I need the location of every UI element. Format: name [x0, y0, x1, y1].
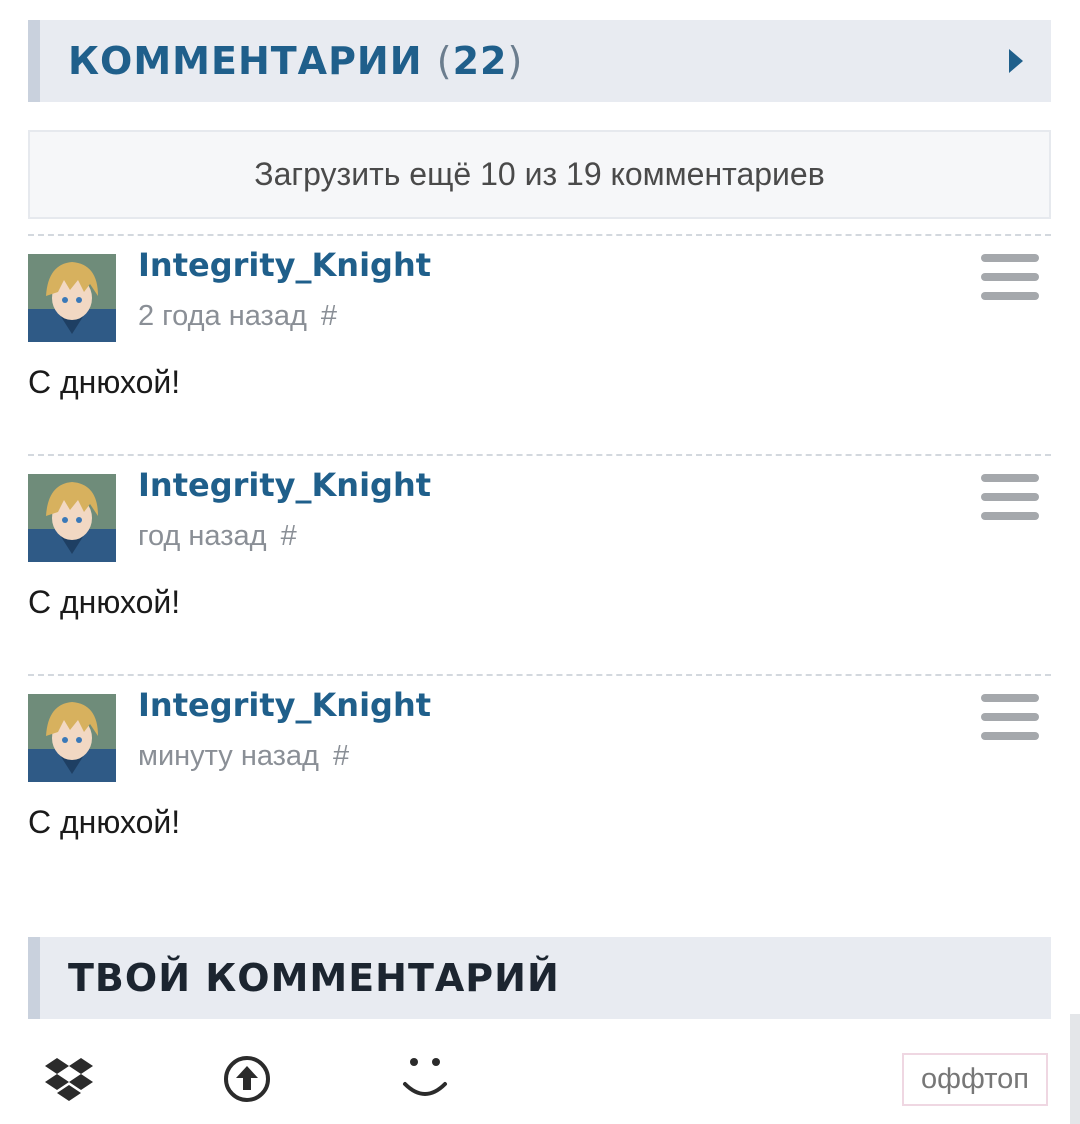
comment-text: С днюхой! — [28, 364, 181, 400]
comment-author-link[interactable]: Integrity_Knight — [138, 686, 431, 724]
avatar-image — [28, 474, 116, 562]
smiley-icon[interactable] — [400, 1054, 450, 1104]
avatar[interactable] — [28, 474, 116, 562]
comments-count-paren-close: ) — [507, 39, 524, 83]
comment-anchor-link[interactable]: # — [281, 520, 297, 552]
comments-count-paren-open: ( — [436, 39, 453, 83]
avatar[interactable] — [28, 694, 116, 782]
comment-menu-icon[interactable] — [981, 474, 1039, 520]
comments-section-header[interactable]: КОММЕНТАРИИ (22) — [28, 20, 1051, 102]
comment-item: Integrity_Knight 2 года назад # С днюхой! — [28, 234, 1051, 434]
comment-text: С днюхой! — [28, 804, 181, 840]
comments-title-text: КОММЕНТАРИИ — [68, 39, 423, 83]
comment-meta: год назад # — [138, 520, 297, 553]
comment-time: год назад — [138, 520, 267, 552]
load-more-button[interactable]: Загрузить ещё 10 из 19 комментариев — [28, 130, 1051, 219]
comment-anchor-link[interactable]: # — [333, 740, 349, 772]
offtop-label: оффтоп — [921, 1063, 1029, 1095]
comment-time: 2 года назад — [138, 300, 307, 332]
comment-time: минуту назад — [138, 740, 319, 772]
avatar-image — [28, 254, 116, 342]
comments-count: 22 — [452, 39, 508, 83]
comments-count-wrap: (22) — [437, 39, 524, 83]
comment-anchor-link[interactable]: # — [321, 300, 337, 332]
comment-author-link[interactable]: Integrity_Knight — [138, 246, 431, 284]
comment-menu-icon[interactable] — [981, 694, 1039, 740]
comment-meta: минуту назад # — [138, 740, 349, 773]
comment-menu-icon[interactable] — [981, 254, 1039, 300]
avatar-image — [28, 694, 116, 782]
avatar[interactable] — [28, 254, 116, 342]
comment-item: Integrity_Knight год назад # С днюхой! — [28, 454, 1051, 654]
offtop-toggle[interactable]: оффтоп — [902, 1053, 1048, 1106]
comment-author-link[interactable]: Integrity_Knight — [138, 466, 431, 504]
load-more-label: Загрузить ещё 10 из 19 комментариев — [254, 156, 825, 192]
comment-item: Integrity_Knight минуту назад # С днюхой! — [28, 674, 1051, 874]
your-comment-header: ТВОЙ КОММЕНТАРИЙ — [28, 937, 1051, 1019]
upload-icon[interactable] — [222, 1054, 272, 1104]
comment-meta: 2 года назад # — [138, 300, 337, 333]
dropbox-icon[interactable] — [44, 1054, 94, 1104]
expand-arrow-icon[interactable] — [1009, 49, 1023, 73]
your-comment-title: ТВОЙ КОММЕНТАРИЙ — [68, 956, 560, 1000]
comments-title: КОММЕНТАРИИ (22) — [68, 39, 523, 83]
comment-text: С днюхой! — [28, 584, 181, 620]
scrollbar[interactable] — [1070, 1014, 1080, 1124]
